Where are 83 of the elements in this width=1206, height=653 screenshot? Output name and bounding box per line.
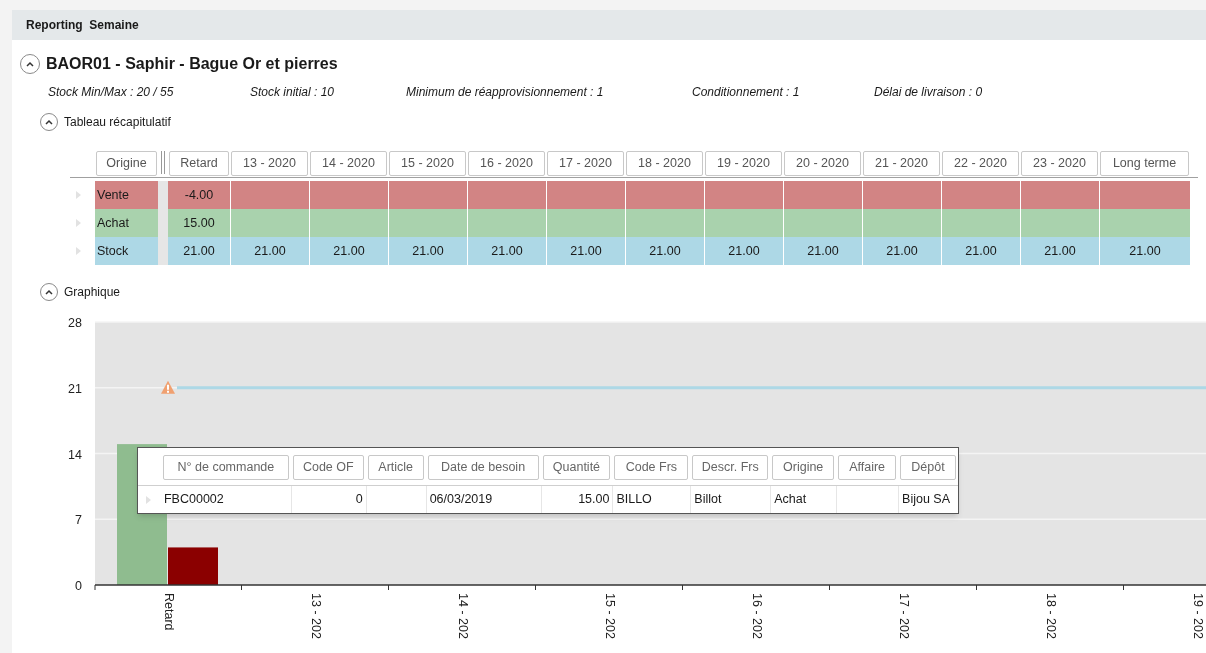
- chevron-up-icon: [45, 119, 53, 125]
- info-text: Stock initial : 10: [250, 84, 336, 99]
- table-cell: 21.00: [467, 237, 546, 265]
- section-title: Graphique: [64, 284, 121, 301]
- table-cell: 21.00: [546, 237, 625, 265]
- table-cell: 21.00: [862, 237, 941, 265]
- y-axis-label: 28: [68, 316, 82, 330]
- table-cell: -4.00: [168, 181, 230, 209]
- column-header[interactable]: Long terme: [1100, 150, 1189, 176]
- info-text: Minimum de réapprovisionnement : 1: [406, 84, 605, 99]
- table-cell: 21.00: [783, 237, 862, 265]
- column-splitter[interactable]: [158, 148, 168, 177]
- column-header[interactable]: 22 - 2020: [942, 150, 1019, 176]
- info-text: Stock Min/Max : 20 / 55: [48, 84, 175, 99]
- column-header[interactable]: 15 - 2020: [389, 150, 466, 176]
- table-cell: Bijou SA: [898, 486, 958, 513]
- collapse-button[interactable]: [40, 283, 58, 301]
- table-cell: Stock: [95, 237, 158, 265]
- x-axis-label: 17 - 202: [896, 593, 911, 639]
- x-axis-label: 14 - 202: [455, 593, 470, 639]
- table-cell: Billot: [690, 486, 771, 513]
- chevron-up-icon: [45, 289, 53, 295]
- collapse-button[interactable]: [40, 113, 58, 131]
- y-axis-label: 14: [68, 447, 82, 462]
- column-header[interactable]: 17 - 2020: [547, 150, 624, 176]
- x-axis-label: 18 - 202: [1043, 593, 1058, 639]
- column-header[interactable]: 20 - 2020: [784, 150, 861, 176]
- x-axis-label: 19 - 202: [1190, 593, 1205, 639]
- y-axis-label: 21: [68, 381, 82, 396]
- column-header[interactable]: N° de commande: [162, 454, 289, 480]
- x-axis-label: Retard: [161, 593, 176, 631]
- page-title: Reporting Semaine: [26, 17, 139, 34]
- collapse-button[interactable]: [20, 54, 40, 74]
- table-cell: 06/03/2019: [425, 486, 541, 513]
- row-indicator-icon: [76, 219, 81, 227]
- info-text: Conditionnement : 1: [692, 84, 801, 99]
- y-axis-label: 7: [75, 513, 82, 528]
- table-cell: 21.00: [230, 237, 309, 265]
- column-header[interactable]: Article: [367, 454, 424, 480]
- table-cell: 15.00: [168, 209, 230, 237]
- table-cell: 21.00: [941, 237, 1020, 265]
- table-cell: BILLO: [612, 486, 691, 513]
- column-header[interactable]: Descr. Frs: [692, 454, 769, 480]
- column-header[interactable]: 18 - 2020: [626, 150, 703, 176]
- table-cell: 21.00: [309, 237, 388, 265]
- table-cell: 21.00: [625, 237, 704, 265]
- table-cell: Vente: [95, 181, 158, 209]
- column-header[interactable]: 13 - 2020: [231, 150, 308, 176]
- column-header[interactable]: 16 - 2020: [468, 150, 545, 176]
- table-cell: 21.00: [704, 237, 783, 265]
- y-axis-label: 0: [75, 579, 82, 593]
- column-header[interactable]: Origine: [96, 150, 157, 176]
- table-cell: Achat: [770, 486, 837, 513]
- chevron-up-icon: [26, 61, 34, 67]
- row-indicator-icon: [76, 247, 81, 255]
- table-cell: 0: [290, 486, 366, 513]
- column-header[interactable]: Code Frs: [614, 454, 689, 480]
- column-header[interactable]: 23 - 2020: [1021, 150, 1098, 176]
- row-indicator-icon: [76, 191, 81, 199]
- info-text: Délai de livraison : 0: [874, 84, 984, 99]
- table-cell: 21.00: [168, 237, 230, 265]
- table-cell: 21.00: [1099, 237, 1190, 265]
- column-header[interactable]: 21 - 2020: [863, 150, 940, 176]
- column-header[interactable]: 19 - 2020: [705, 150, 782, 176]
- section-title: Tableau récapitulatif: [64, 114, 171, 131]
- table-cell: Achat: [95, 209, 158, 237]
- column-header[interactable]: 14 - 2020: [310, 150, 387, 176]
- column-header[interactable]: Origine: [772, 454, 835, 480]
- column-header[interactable]: Date de besoin: [427, 454, 539, 480]
- product-title: BAOR01 - Saphir - Bague Or et pierres: [46, 54, 338, 74]
- column-header[interactable]: Affaire: [838, 454, 897, 480]
- column-header[interactable]: Dépôt: [900, 454, 956, 480]
- column-header[interactable]: Retard: [169, 150, 229, 176]
- table-cell-text: FBC00002: [163, 491, 225, 509]
- table-cell: 21.00: [1020, 237, 1099, 265]
- x-axis-label: 16 - 202: [749, 593, 764, 639]
- x-axis-label: 15 - 202: [602, 593, 617, 639]
- column-header[interactable]: Code OF: [292, 454, 364, 480]
- row-indicator-icon: [146, 495, 151, 504]
- x-axis-label: 13 - 202: [308, 593, 323, 639]
- table-cell: 15.00: [540, 486, 613, 513]
- column-header[interactable]: Quantité: [542, 454, 611, 480]
- table-cell: 21.00: [388, 237, 467, 265]
